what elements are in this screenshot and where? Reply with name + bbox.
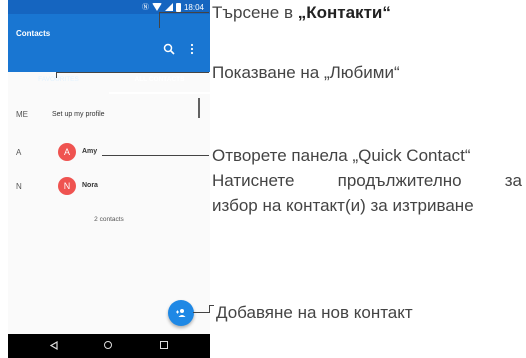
callout-search-text: Търсене в bbox=[212, 3, 298, 22]
callout-line-favourites bbox=[56, 72, 209, 73]
contact-name-nora[interactable]: Nora bbox=[82, 182, 98, 189]
contact-count: 2 contacts bbox=[94, 216, 124, 223]
callout-line-search bbox=[159, 12, 209, 13]
recents-icon[interactable] bbox=[160, 341, 168, 349]
callout-long-press-2: избор на контакт(и) за изтриване bbox=[212, 196, 474, 215]
add-contact-button[interactable] bbox=[168, 300, 194, 326]
callout-long-press-1: Натиснете продължително за bbox=[212, 171, 522, 190]
callout-search: Търсене в „Контакти“ bbox=[212, 0, 391, 25]
avatar[interactable]: N bbox=[58, 177, 76, 195]
tab-all-contacts[interactable]: ALL CONTACTS bbox=[109, 64, 210, 94]
section-me: ME bbox=[16, 110, 28, 119]
wifi-icon bbox=[151, 3, 162, 11]
nfc-icon: Ⓝ bbox=[141, 4, 149, 11]
battery-icon bbox=[175, 2, 181, 12]
signal-icon bbox=[164, 3, 173, 11]
callout-favourites: Показване на „Любими“ bbox=[212, 63, 400, 82]
callout-line-add bbox=[209, 305, 214, 306]
contact-name-amy[interactable]: Amy bbox=[82, 148, 97, 155]
search-icon[interactable] bbox=[163, 43, 175, 55]
phone-screen: Ⓝ 18:04 Contacts FAVOURITES ALL CONTACTS… bbox=[8, 0, 210, 358]
section-n: N bbox=[16, 182, 22, 191]
section-a: A bbox=[16, 148, 22, 157]
tab-indicator bbox=[109, 92, 210, 94]
callout-search-bold: „Контакти“ bbox=[297, 3, 391, 22]
callout-quick-contact: Отворете панела „Quick Contact“ bbox=[212, 146, 471, 165]
status-time: 18:04 bbox=[183, 2, 204, 12]
callout-line-search bbox=[159, 12, 160, 28]
more-options-icon[interactable] bbox=[189, 43, 195, 55]
callout-line-add bbox=[193, 312, 209, 313]
setup-profile-item[interactable]: Set up my profile bbox=[52, 111, 105, 118]
back-icon[interactable] bbox=[50, 341, 58, 350]
add-person-icon bbox=[176, 309, 186, 317]
app-title: Contacts bbox=[16, 29, 51, 38]
scrollbar[interactable] bbox=[198, 98, 200, 118]
callout-add-contact: Добавяне на нов контакт bbox=[216, 303, 413, 322]
tab-favourites[interactable]: FAVOURITES bbox=[8, 64, 109, 94]
callout-line-add bbox=[209, 305, 210, 313]
callout-line-quick-contact bbox=[102, 155, 209, 156]
home-icon[interactable] bbox=[104, 341, 112, 349]
avatar[interactable]: A bbox=[58, 143, 76, 161]
